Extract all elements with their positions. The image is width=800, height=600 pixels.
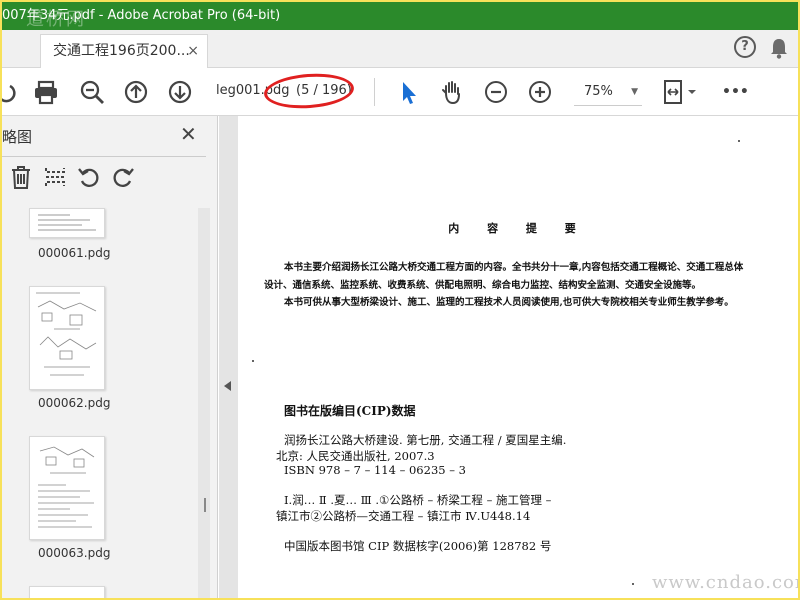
thumbnail-panel: 略图 ✕ 000061.pdg 000062.pdg 000063.pdg <box>2 116 218 598</box>
zoom-plus-icon[interactable] <box>526 78 554 106</box>
print-icon[interactable] <box>32 78 60 106</box>
site-watermark: www.cndao.com <box>652 572 798 593</box>
cip-line: 润扬长江公路大桥建设. 第七册, 交通工程 / 夏国星主编. <box>284 433 567 447</box>
fit-page-icon[interactable] <box>660 78 700 106</box>
rotate-counterclockwise-icon[interactable] <box>76 164 102 194</box>
panel-resize-grip[interactable] <box>204 498 206 512</box>
thumbnail-label: 000063.pdg <box>38 546 111 560</box>
tab-close-icon[interactable]: × <box>187 35 199 67</box>
cip-line: ISBN 978 – 7 – 114 – 06235 – 3 <box>284 463 466 477</box>
cip-line: Ⅰ.润… Ⅱ .夏… Ⅲ .①公路桥 – 桥梁工程 – 施工管理 – <box>284 493 552 507</box>
zoom-minus-icon[interactable] <box>482 78 510 106</box>
insert-page-icon[interactable] <box>42 164 68 194</box>
undo-icon[interactable] <box>2 78 18 106</box>
cip-line: 中国版本图书馆 CIP 数据核字(2006)第 128782 号 <box>284 539 552 553</box>
thumbnail-label: 000061.pdg <box>38 246 111 260</box>
bell-icon[interactable] <box>768 36 790 60</box>
title-watermark: 道桥网 <box>26 9 86 30</box>
collapse-panel-arrow-icon[interactable] <box>224 381 231 391</box>
red-annotation-circle <box>262 70 356 112</box>
app-window: 007年34元.pdf - Adobe Acrobat Pro (64-bit)… <box>2 2 798 598</box>
thumbnail-scrollbar[interactable] <box>198 208 210 598</box>
zoom-level-dropdown[interactable]: 75% ▼ <box>574 78 642 106</box>
page-speck <box>632 583 634 585</box>
hand-tool-icon[interactable] <box>438 78 466 106</box>
thumbnail-label: 000062.pdg <box>38 396 111 410</box>
cip-line: 镇江市②公路桥—交通工程 – 镇江市 Ⅳ.U448.14 <box>276 509 531 523</box>
page-thumbnail[interactable] <box>29 286 105 390</box>
panel-divider <box>2 156 206 157</box>
document-viewer: 内 容 提 要 本书主要介绍润扬长江公路大桥交通工程方面的内容。全书共分十一章,… <box>219 116 798 598</box>
summary-paragraph-line: 设计、通信系统、监控系统、收费系统、供配电照明、综合电力监控、结构安全监测、交通… <box>264 280 702 291</box>
select-arrow-icon[interactable] <box>394 78 422 106</box>
previous-page-icon[interactable] <box>122 78 150 106</box>
panel-close-icon[interactable]: ✕ <box>180 122 197 146</box>
summary-heading: 内 容 提 要 <box>448 222 588 235</box>
document-tab-label: 交通工程196页200... <box>53 43 190 59</box>
chevron-down-icon: ▼ <box>631 87 638 97</box>
tab-bar-icons: ? <box>734 36 798 64</box>
page-thumbnail[interactable] <box>29 436 105 540</box>
summary-paragraph-line: 本书主要介绍润扬长江公路大桥交通工程方面的内容。全书共分十一章,内容包括交通工程… <box>284 262 744 273</box>
main-toolbar: leg001.pdg (5 / 196) 75% ▼ ••• <box>2 68 798 116</box>
zoom-out-icon[interactable] <box>78 78 106 106</box>
panel-title: 略图 <box>2 128 33 146</box>
summary-paragraph-line: 本书可供从事大型桥梁设计、施工、监理的工程技术人员阅读使用,也可供大专院校相关专… <box>284 297 734 308</box>
toolbar-divider <box>374 78 375 106</box>
page-speck <box>252 360 254 362</box>
delete-page-icon[interactable] <box>8 164 34 194</box>
cip-title: 图书在版编目(CIP)数据 <box>284 404 416 418</box>
rotate-clockwise-icon[interactable] <box>110 164 136 194</box>
pdf-page: 内 容 提 要 本书主要介绍润扬长江公路大桥交通工程方面的内容。全书共分十一章,… <box>238 116 798 598</box>
cip-line: 北京: 人民交通出版社, 2007.3 <box>276 449 435 463</box>
more-tools-icon[interactable]: ••• <box>722 78 750 106</box>
page-speck <box>738 140 740 142</box>
tab-bar: 交通工程196页200... × ? <box>2 30 798 68</box>
help-icon[interactable]: ? <box>734 36 756 58</box>
page-thumbnail[interactable] <box>29 586 105 598</box>
thumbnail-list: 000061.pdg 000062.pdg 000063.pdg <box>2 204 210 598</box>
panel-tools <box>8 164 136 194</box>
page-thumbnail[interactable] <box>29 208 105 238</box>
title-bar: 007年34元.pdf - Adobe Acrobat Pro (64-bit)… <box>2 2 798 30</box>
zoom-level-value: 75% <box>584 84 613 99</box>
next-page-icon[interactable] <box>166 78 194 106</box>
document-tab[interactable]: 交通工程196页200... × <box>40 34 208 68</box>
